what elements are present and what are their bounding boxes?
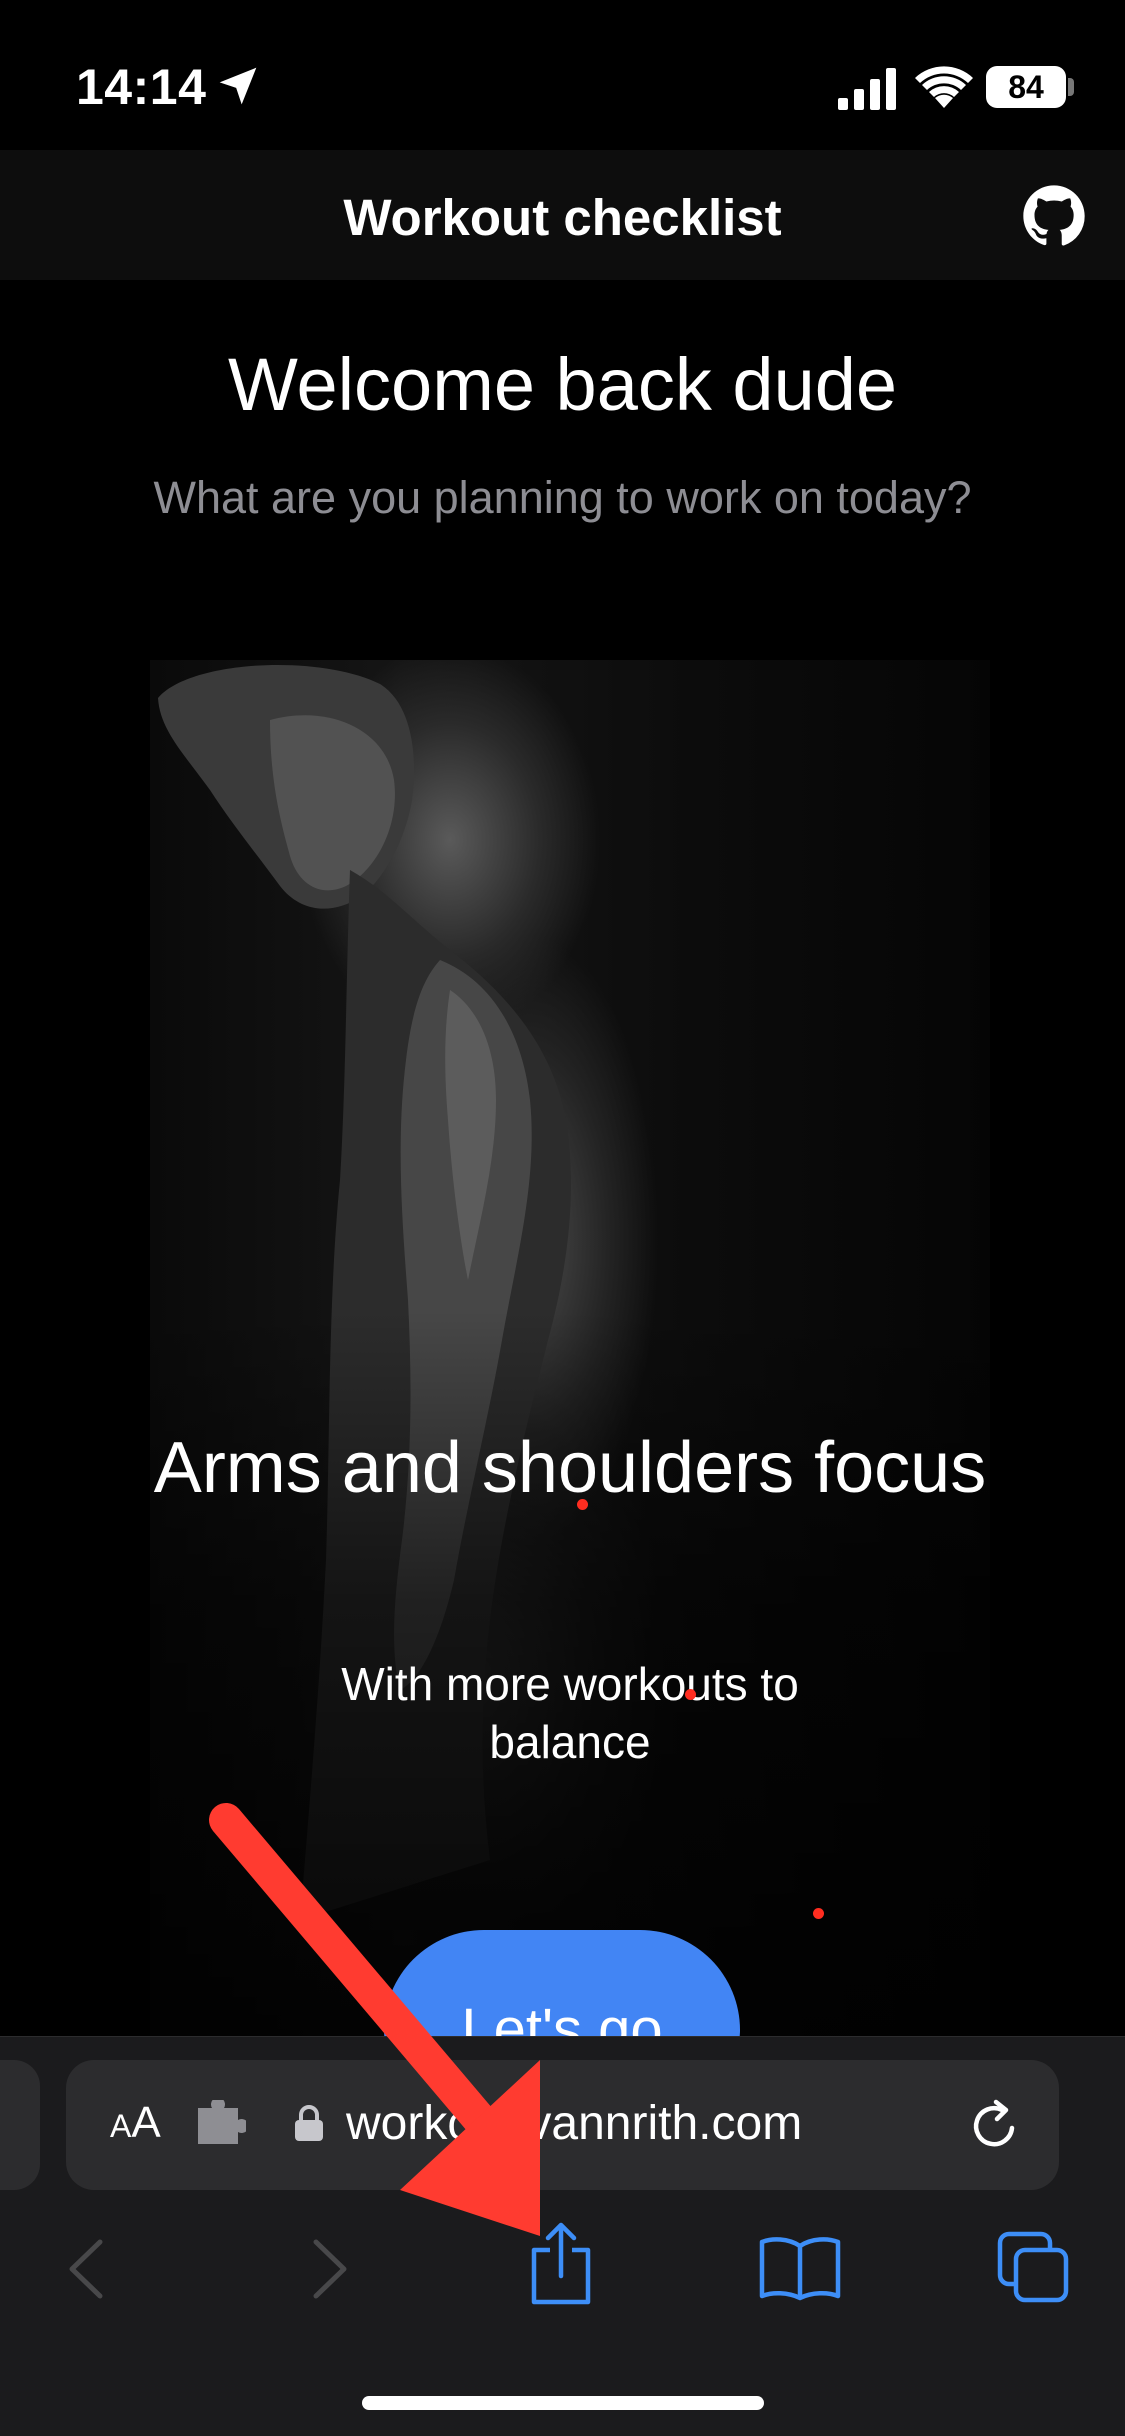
- chevron-left-icon[interactable]: [64, 2238, 108, 2300]
- share-icon[interactable]: [528, 2222, 594, 2306]
- chevron-right-icon[interactable]: [308, 2238, 352, 2300]
- red-dot-marker: [813, 1908, 824, 1919]
- battery-nub: [1068, 78, 1074, 96]
- welcome-subtitle: What are you planning to work on today?: [153, 472, 972, 523]
- battery-indicator: 84: [986, 66, 1066, 108]
- welcome-heading: Welcome back dude: [227, 343, 898, 426]
- book-icon[interactable]: [758, 2236, 842, 2302]
- github-icon[interactable]: [1022, 184, 1086, 248]
- puzzle-icon[interactable]: [194, 2100, 246, 2146]
- red-dot-marker: [685, 1689, 696, 1700]
- red-dot-marker: [577, 1499, 588, 1510]
- url-text[interactable]: workout.vannrith.com: [346, 2096, 802, 2151]
- home-indicator: [362, 2396, 764, 2410]
- location-arrow-icon: [219, 67, 257, 105]
- reader-mode-small-a: A: [110, 2108, 132, 2144]
- wifi-icon: [915, 66, 973, 108]
- card-title: Arms and shoulders focus: [153, 1428, 987, 1508]
- workout-card[interactable]: [150, 660, 990, 2040]
- status-bar: 14:14 84: [0, 0, 1125, 150]
- reload-icon[interactable]: [966, 2098, 1022, 2154]
- card-subtitle: With more workouts to balance: [341, 1658, 799, 1768]
- reader-mode-button[interactable]: AA: [110, 2098, 161, 2148]
- app-header: Workout checklist: [0, 150, 1125, 280]
- lock-icon: [295, 2105, 323, 2141]
- page-title: Workout checklist: [343, 189, 782, 246]
- tabs-icon[interactable]: [996, 2230, 1070, 2304]
- status-time: 14:14: [76, 59, 207, 115]
- previous-tab-pill[interactable]: [0, 2060, 40, 2190]
- signal-icon: [838, 68, 896, 110]
